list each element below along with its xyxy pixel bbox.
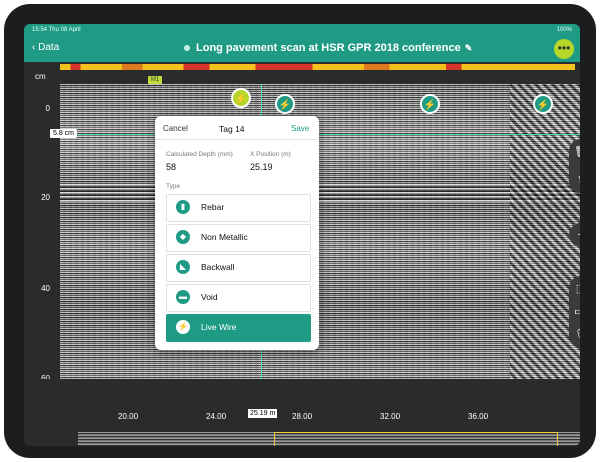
reflection-band <box>60 184 580 202</box>
overview-viewport-frame[interactable] <box>274 432 558 446</box>
status-dot-icon <box>184 45 190 51</box>
depth-cursor-line[interactable] <box>60 134 580 135</box>
signal-quality-strip <box>60 64 575 70</box>
position-readout: 25.19 m <box>248 409 278 418</box>
x-tick: 32.00 <box>380 412 401 421</box>
split-view-icon[interactable]: ⊏⊐ <box>569 300 580 324</box>
status-bar: 15:54 Thu 08 April 100% <box>24 24 580 36</box>
back-label: Data <box>38 42 60 53</box>
type-option-label: Live Wire <box>201 322 237 332</box>
void-icon: ▬ <box>176 290 190 304</box>
type-option-non-metallic[interactable]: ◆ Non Metallic <box>166 224 311 252</box>
y-tick: 40 <box>41 284 50 293</box>
select-area-icon[interactable]: ⬚ <box>569 277 580 301</box>
depth-field-value[interactable]: 58 <box>166 162 176 172</box>
x-tick: 28.00 <box>292 412 313 421</box>
share-icon[interactable]: ⇪ <box>569 168 580 192</box>
popover-title: Tag 14 <box>219 124 245 134</box>
type-option-live-wire[interactable]: ⚡ Live Wire <box>166 314 311 342</box>
type-option-label: Backwall <box>201 262 235 272</box>
more-menu-button[interactable]: ••• <box>554 39 574 59</box>
view-tool-group: ⬚ ⊏⊐ 🎙 <box>569 276 580 348</box>
pencil-icon[interactable]: ✎ <box>465 43 473 54</box>
scan-title: Long pavement scan at HSR GPR 2018 confe… <box>196 42 461 54</box>
depth-marker-badge[interactable]: 5.8 cm <box>50 129 78 138</box>
backwall-icon: ◣ <box>176 260 190 274</box>
type-option-label: Rebar <box>201 202 225 212</box>
microphone-icon[interactable]: 🎙 <box>569 323 580 347</box>
edit-tool-group: 🗑 ⇪ <box>569 139 580 193</box>
type-option-void[interactable]: ▬ Void <box>166 284 311 312</box>
tag-editor-popover: Cancel Tag 14 Save Calculated Depth (mm)… <box>155 116 319 350</box>
back-button[interactable]: ‹ Data <box>32 42 59 53</box>
trash-icon[interactable]: 🗑 <box>569 140 580 164</box>
x-tick: 36.00 <box>468 412 489 421</box>
type-option-label: Non Metallic <box>201 232 248 242</box>
type-label: Type <box>166 183 181 190</box>
radargram-view[interactable] <box>60 84 580 379</box>
divider <box>155 139 319 140</box>
type-option-rebar[interactable]: ▮ Rebar <box>166 194 311 222</box>
rebar-icon: ▮ <box>176 200 190 214</box>
page-title: Long pavement scan at HSR GPR 2018 confe… <box>184 42 472 54</box>
save-button[interactable]: Save <box>291 124 309 133</box>
arrow-right-icon[interactable]: → <box>56 441 65 446</box>
y-tick: 0 <box>45 104 50 113</box>
type-option-label: Void <box>201 292 218 302</box>
nav-bar: ‹ Data Long pavement scan at HSR GPR 201… <box>24 36 580 62</box>
type-option-backwall[interactable]: ◣ Backwall <box>166 254 311 282</box>
x-tick: 20.00 <box>118 412 139 421</box>
battery-indicator: 100% <box>556 27 572 33</box>
cancel-button[interactable]: Cancel <box>163 124 188 133</box>
x-tick: 24.00 <box>206 412 227 421</box>
status-time: 15:54 Thu 08 April <box>32 27 81 33</box>
depth-unit-label: cm <box>35 72 46 81</box>
tag-pin-active[interactable]: ⚡ <box>231 88 251 108</box>
y-tick: 20 <box>41 193 50 202</box>
tag-pin[interactable]: ⚡ <box>533 94 553 114</box>
tag-pin[interactable]: ⚡ <box>420 94 440 114</box>
non-metallic-icon: ◆ <box>176 230 190 244</box>
xpos-field-label: X Position (m) <box>250 151 291 158</box>
live-wire-icon: ⚡ <box>176 320 190 334</box>
tag-pin[interactable]: ⚡ <box>275 94 295 114</box>
xpos-field-value[interactable]: 25.19 <box>250 162 273 172</box>
depth-field-label: Calculated Depth (mm) <box>166 151 233 158</box>
